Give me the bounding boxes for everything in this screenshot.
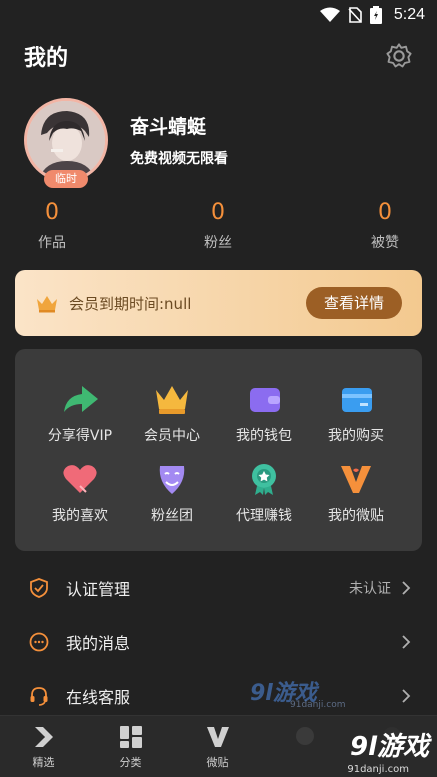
watermark-brand-domain: 91danji.com [347,764,409,775]
no-sim-icon [348,7,362,23]
grid-item-likes[interactable]: 我的喜欢 [32,462,128,525]
grid-item-agent[interactable]: 代理赚钱 [216,462,312,525]
watermark-brand: 9l游戏 [349,732,429,762]
grid-item-share-vip[interactable]: 分享得VIP [32,382,128,445]
grid-label: 分享得VIP [47,428,113,444]
grid-label: 我的微贴 [328,508,384,524]
status-bar: 5:24 [0,0,437,30]
v-icon [206,727,229,747]
stat-value: 0 [45,200,59,225]
grid-label: 粉丝团 [151,508,193,524]
grid-label: 代理赚钱 [236,508,292,524]
vip-banner: 会员到期时间:null 查看详情 [15,270,422,336]
tab-posts[interactable]: 微贴 [174,716,261,777]
grid-icon [119,726,142,748]
chevron-right-icon [402,689,411,703]
grid-item-my-posts[interactable]: 我的微贴 [308,462,404,525]
stat-label: 粉丝 [204,235,232,251]
stat-label: 被赞 [371,235,399,251]
card-icon [342,388,372,412]
crown-icon [37,296,57,313]
grid-item-purchases[interactable]: 我的购买 [308,382,404,445]
watermark-domain: 91danji.com [290,700,346,710]
v-logo-icon [341,466,371,493]
grid-item-vip-center[interactable]: 会员中心 [124,382,220,445]
temporary-badge: 临时 [44,170,88,188]
share-arrow-icon [64,386,98,412]
mask-icon [159,466,185,494]
chevron-right-icon [402,581,411,595]
menu-label: 在线客服 [66,688,131,707]
feature-grid: 分享得VIP 会员中心 我的钱包 我的购买 我的喜欢 粉丝团 代理赚钱 我的微贴 [15,349,422,551]
status-time: 5:24 [393,6,425,23]
grid-label: 会员中心 [144,428,200,444]
wifi-icon [319,7,340,22]
wallet-icon [250,388,280,412]
battery-icon [369,6,382,24]
menu-label: 认证管理 [66,580,131,599]
header: 我的 [0,38,437,74]
stat-fans[interactable]: 0 粉丝 [178,200,258,252]
tab-icon [295,727,314,745]
stat-works[interactable]: 0 作品 [12,200,92,252]
grid-label: 我的喜欢 [52,508,108,524]
menu-item-messages[interactable]: 我的消息 [0,615,437,669]
stat-label: 作品 [38,235,66,251]
grid-label: 我的购买 [328,428,384,444]
grid-item-wallet[interactable]: 我的钱包 [216,382,312,445]
message-icon [29,632,49,652]
page-title: 我的 [24,46,69,71]
menu-label: 我的消息 [66,634,131,653]
grid-item-fan-club[interactable]: 粉丝团 [124,462,220,525]
tab-label: 分类 [119,756,142,769]
view-details-button[interactable]: 查看详情 [306,287,402,319]
stat-value: 0 [378,200,392,225]
headset-icon [30,687,48,706]
tab-categories[interactable]: 分类 [87,716,174,777]
username: 奋斗蜻蜓 [130,116,207,138]
tab-label: 微贴 [206,756,229,769]
grid-label: 我的钱包 [236,428,292,444]
stat-likes[interactable]: 0 被赞 [345,200,425,252]
profile-section: 临时 奋斗蜻蜓 免费视频无限看 [24,98,424,190]
user-subtitle: 免费视频无限看 [130,151,228,167]
tab-label: 精选 [32,756,55,769]
verification-status: 未认证 [349,581,391,597]
menu-item-verification[interactable]: 认证管理 未认证 [0,561,437,615]
shield-check-icon [30,578,48,598]
heart-icon [63,465,97,493]
avatar-image [27,101,105,179]
vip-expiry-text: 会员到期时间:null [69,294,192,313]
tab-4[interactable] [261,716,348,777]
gear-icon[interactable] [385,42,413,70]
tab-featured[interactable]: 精选 [0,716,87,777]
stats-row: 0 作品 0 粉丝 0 被赞 [0,200,437,256]
medal-icon [252,464,276,495]
play-icon [34,727,53,747]
stat-value: 0 [211,200,225,225]
chevron-right-icon [402,635,411,649]
crown-icon [156,386,188,414]
